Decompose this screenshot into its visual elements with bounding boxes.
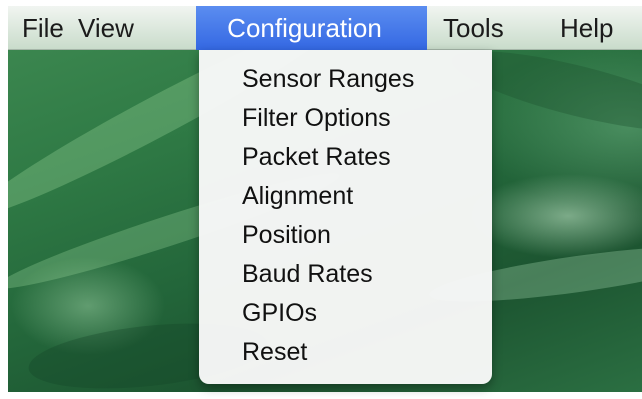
menu-item-alignment[interactable]: Alignment [199,177,492,216]
menu-item-gpios[interactable]: GPIOs [199,294,492,333]
menu-help[interactable]: Help [542,6,642,50]
menu-item-reset[interactable]: Reset [199,333,492,372]
menu-item-position[interactable]: Position [199,216,492,255]
menu-item-filter-options[interactable]: Filter Options [199,99,492,138]
menu-item-baud-rates[interactable]: Baud Rates [199,255,492,294]
menu-file[interactable]: File [8,6,78,50]
menu-view[interactable]: View [78,6,196,50]
menu-configuration[interactable]: Configuration [196,5,427,50]
configuration-dropdown: Sensor Ranges Filter Options Packet Rate… [199,50,492,384]
menu-item-sensor-ranges[interactable]: Sensor Ranges [199,60,492,99]
menu-item-packet-rates[interactable]: Packet Rates [199,138,492,177]
menu-bar: File View Configuration Tools Help [8,5,642,50]
menu-tools[interactable]: Tools [427,6,542,50]
